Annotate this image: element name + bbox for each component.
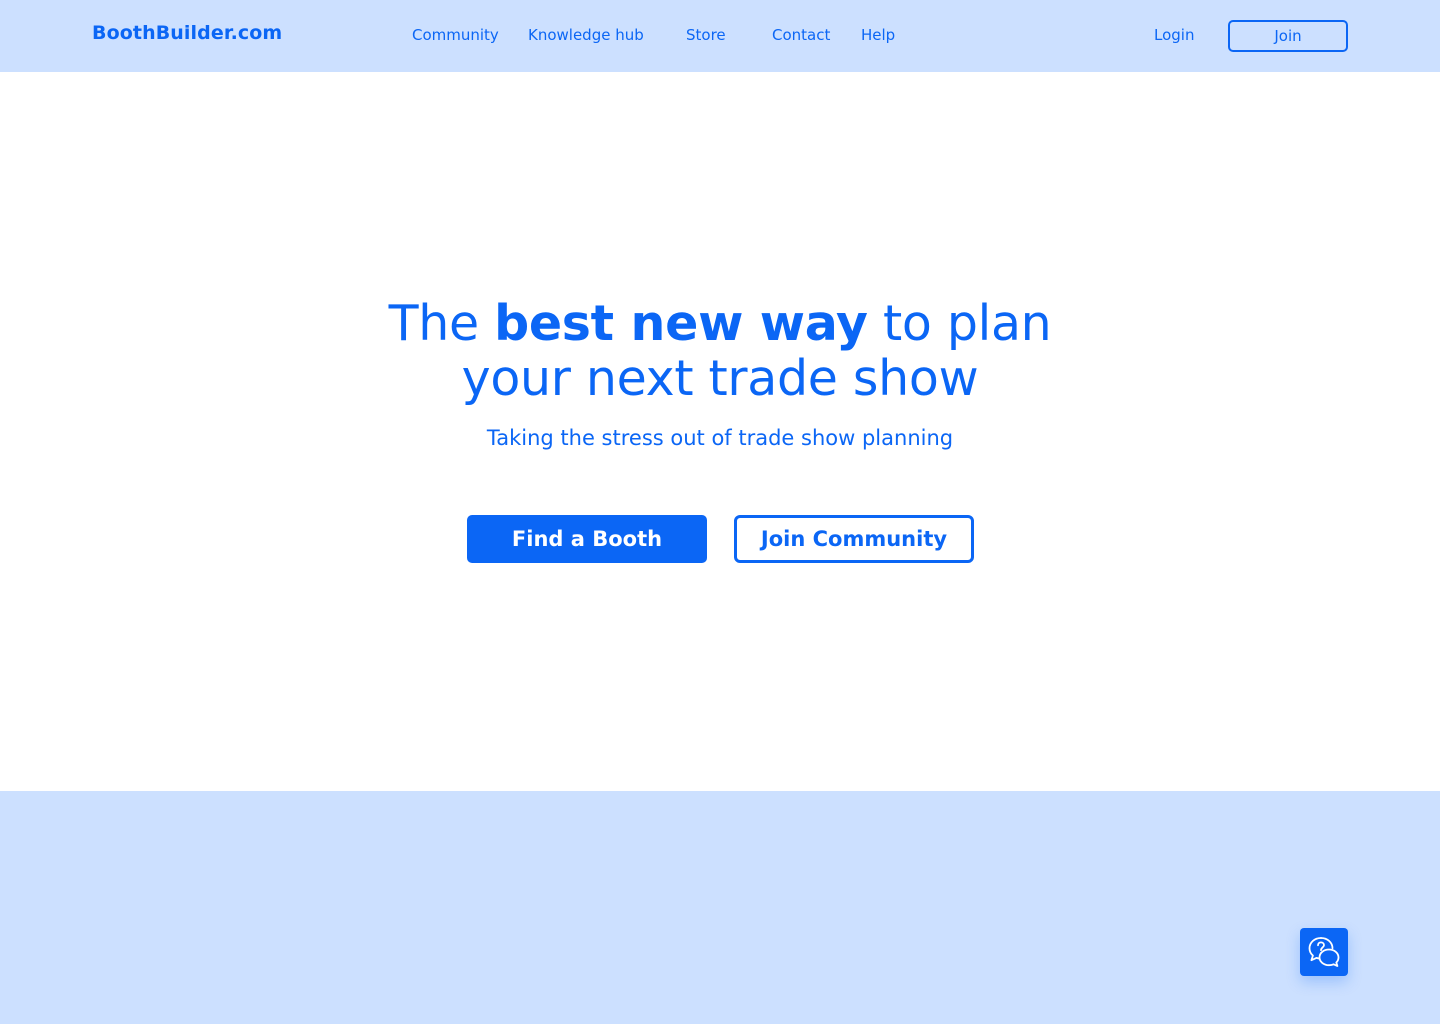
nav-link-community[interactable]: Community bbox=[412, 26, 499, 44]
help-chat-icon bbox=[1308, 937, 1340, 967]
find-a-booth-button[interactable]: Find a Booth bbox=[467, 515, 707, 563]
nav-link-store[interactable]: Store bbox=[686, 26, 726, 44]
login-link[interactable]: Login bbox=[1154, 26, 1194, 44]
site-logo[interactable]: BoothBuilder.com bbox=[92, 22, 282, 44]
help-chat-button[interactable] bbox=[1300, 928, 1348, 976]
nav-link-contact[interactable]: Contact bbox=[772, 26, 830, 44]
bottom-section bbox=[0, 791, 1440, 1024]
hero-title-prefix: The bbox=[388, 295, 480, 352]
hero-title-line-2: your next trade show bbox=[461, 350, 979, 407]
join-community-button[interactable]: Join Community bbox=[734, 515, 974, 563]
top-navigation-bar: BoothBuilder.com Community Knowledge hub… bbox=[0, 0, 1440, 72]
hero-title-emphasis: best new way bbox=[494, 295, 868, 352]
hero-subtitle: Taking the stress out of trade show plan… bbox=[486, 426, 954, 450]
join-button[interactable]: Join bbox=[1228, 20, 1348, 52]
hero-title: The best new way to plan your next trade… bbox=[0, 296, 1440, 406]
page: BoothBuilder.com Community Knowledge hub… bbox=[0, 0, 1440, 1024]
nav-link-help[interactable]: Help bbox=[861, 26, 895, 44]
hero-title-suffix: to plan bbox=[882, 295, 1052, 352]
nav-link-knowledge-hub[interactable]: Knowledge hub bbox=[528, 26, 644, 44]
